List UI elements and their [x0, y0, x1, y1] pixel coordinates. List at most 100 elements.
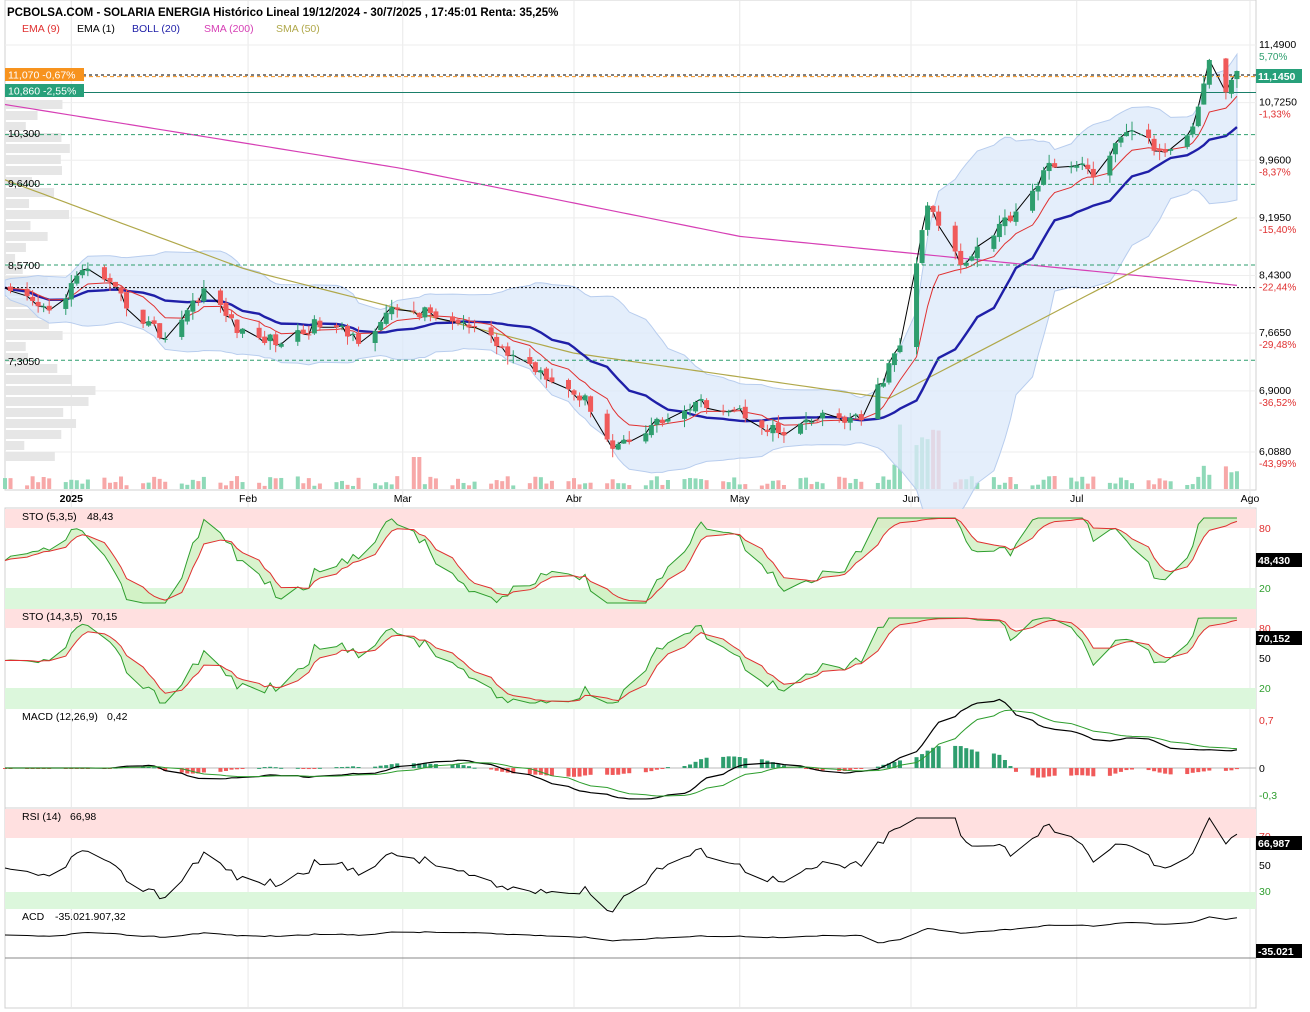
volume-bar [1118, 477, 1123, 489]
volume-bar [572, 478, 577, 489]
macd-histogram-bar [229, 768, 234, 770]
macd-histogram-bar [334, 767, 339, 769]
volume-bar [1113, 483, 1118, 489]
volume-bar [759, 485, 764, 489]
volume-bar [610, 479, 615, 489]
volume-bar [80, 483, 85, 489]
volume-bar [848, 483, 853, 489]
volume-bar [163, 481, 168, 489]
volume-bar [726, 482, 731, 489]
volume-bar [185, 484, 190, 489]
volume-bar [688, 477, 693, 489]
macd-histogram-bar [1146, 768, 1151, 771]
volume-bar [682, 479, 687, 489]
macd-histogram-bar [699, 759, 704, 768]
volume-profile-bar [5, 419, 77, 428]
candle-up [847, 417, 853, 423]
volume-bar [820, 483, 825, 489]
candle-down [565, 379, 571, 390]
volume-bar [1036, 484, 1041, 489]
date-label: 2025 [60, 493, 84, 505]
candle-down [764, 429, 770, 432]
level-tag-orange: 11,070 -0,67% [8, 70, 76, 82]
candle-up [184, 310, 190, 322]
macd-histogram-bar [1152, 768, 1157, 772]
volume-bar [1008, 477, 1013, 489]
date-label: Feb [239, 493, 257, 505]
candle-up [79, 270, 85, 276]
candle-up [422, 307, 428, 318]
volume-bar [428, 476, 433, 489]
macd-histogram-bar [572, 768, 577, 777]
candle-down [455, 319, 461, 324]
volume-bar [146, 482, 151, 489]
macd-histogram-bar [958, 746, 963, 768]
volume-bar [1069, 477, 1074, 489]
stock-chart: PCBOLSA.COM - SOLARIA ENERGIA Histórico … [0, 0, 1310, 1012]
macd-histogram-bar [295, 767, 300, 769]
macd-histogram-bar [1118, 768, 1123, 772]
macd-histogram-bar [875, 766, 880, 768]
volume-bar [124, 485, 129, 489]
candle-up [886, 363, 892, 383]
macd-histogram-bar [1168, 768, 1173, 775]
candle-down [858, 414, 864, 421]
candle-up [1129, 130, 1135, 132]
volume-bar [268, 477, 273, 489]
volume-profile-bar [5, 441, 25, 450]
macd-histogram-bar [704, 757, 709, 768]
volume-bar [306, 478, 311, 489]
candle-down [35, 301, 41, 307]
candle-down [107, 277, 113, 282]
volume-bar [157, 478, 162, 489]
sto1-last: 48,430 [1258, 555, 1290, 567]
candle-up [1201, 83, 1207, 105]
volume-bar [456, 478, 461, 489]
candle-up [726, 411, 732, 413]
volume-bar [119, 476, 124, 489]
volume-bar [583, 483, 588, 489]
candle-up [389, 307, 395, 315]
macd-histogram-bar [627, 768, 632, 774]
volume-bar [605, 483, 610, 489]
candle-down [494, 336, 500, 347]
sto2-tick-20: 20 [1259, 683, 1271, 695]
volume-bar [1185, 484, 1190, 489]
sto2-tick-50: 50 [1259, 653, 1271, 665]
candle-down [118, 287, 124, 294]
macd-histogram-bar [279, 767, 284, 769]
macd-histogram-bar [665, 767, 670, 769]
volume-bar [1163, 480, 1168, 489]
volume-profile-bar [5, 342, 26, 351]
macd-histogram-bar [1091, 768, 1096, 777]
candle-down [1162, 149, 1168, 153]
level-tag-teal: 10,860 -2,55% [8, 86, 76, 98]
macd-histogram-bar [472, 767, 477, 769]
price-tick-label: 9,9600 [1259, 154, 1291, 166]
macd-histogram-bar [1036, 768, 1041, 778]
volume-bar [616, 483, 621, 489]
volume-bar [566, 481, 571, 489]
candle-down [46, 305, 52, 311]
candle-down [604, 413, 610, 440]
macd-histogram-bar [489, 768, 494, 770]
volume-bar [1030, 485, 1035, 489]
volume-bar [781, 484, 786, 489]
volume-bar [494, 480, 499, 489]
volume-bar [240, 482, 245, 489]
volume-bar [152, 476, 157, 489]
candle-up [350, 333, 356, 335]
candle-down [930, 206, 936, 212]
pct-tick-label: -15,40% [1259, 225, 1296, 236]
sto1-tick-80: 80 [1259, 523, 1271, 535]
macd-histogram-bar [1124, 768, 1129, 771]
volume-bar [85, 479, 90, 489]
candle-down [659, 419, 665, 424]
candle-down [333, 325, 339, 328]
volume-profile-bar [5, 199, 30, 208]
candle-up [698, 398, 704, 401]
volume-profile-bar [5, 331, 63, 340]
volume-bar [30, 476, 35, 489]
volume-bar [533, 476, 538, 489]
volume-bar [859, 481, 864, 489]
